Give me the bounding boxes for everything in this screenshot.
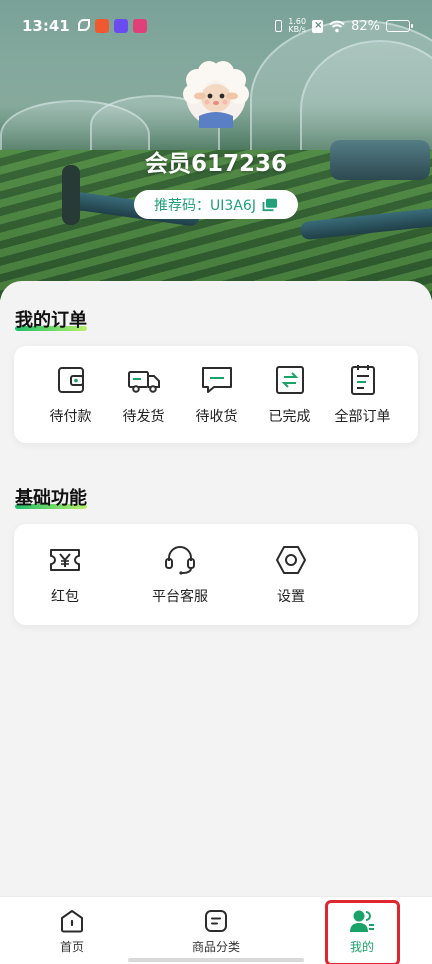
wallet-icon xyxy=(57,367,84,393)
order-completed[interactable]: 已完成 xyxy=(253,363,326,426)
order-all[interactable]: 全部订单 xyxy=(326,363,399,426)
copy-icon[interactable] xyxy=(262,198,278,212)
home-indicator[interactable] xyxy=(128,958,304,962)
nav-home[interactable]: 首页 xyxy=(36,897,108,964)
referral-code-label: 推荐码：UI3A6J xyxy=(154,197,256,214)
customer-service-button[interactable]: 平台客服 xyxy=(128,543,232,606)
order-pending-receipt[interactable]: 待收货 xyxy=(180,363,253,426)
order-pending-payment-label: 待付款 xyxy=(49,409,92,425)
video-app-icon xyxy=(113,19,128,33)
orders-card: 待付款 待发货 待收货 已完成 全部订单 xyxy=(14,346,418,443)
nav-category[interactable]: 商品分类 xyxy=(178,897,254,964)
battery-icon xyxy=(386,20,413,32)
headset-icon xyxy=(165,546,195,575)
red-packet-label: 红包 xyxy=(51,589,79,605)
battery-percent: 82% xyxy=(351,18,380,34)
exchange-icon xyxy=(275,366,304,394)
home-icon xyxy=(61,909,83,932)
settings-button[interactable]: 设置 xyxy=(254,543,328,606)
speed-unit: KB/s xyxy=(288,25,306,34)
member-name: 会员617236 xyxy=(144,151,288,177)
hex-settings-icon xyxy=(276,546,306,574)
basic-section-title: 基础功能 xyxy=(15,488,87,509)
status-bar: 13:41 1.60 KB/s × 82% xyxy=(0,0,432,52)
network-speed: 1.60 KB/s xyxy=(288,18,306,34)
nav-home-label: 首页 xyxy=(59,939,84,954)
truck-icon xyxy=(127,371,160,393)
referral-code-pill[interactable]: 推荐码：UI3A6J xyxy=(134,190,298,219)
orders-section-title: 我的订单 xyxy=(15,310,87,331)
vibrate-icon xyxy=(275,20,283,32)
settings-label: 设置 xyxy=(277,589,305,605)
order-completed-label: 已完成 xyxy=(268,409,311,425)
order-pending-receipt-label: 待收货 xyxy=(195,409,238,425)
order-pending-payment[interactable]: 待付款 xyxy=(34,363,107,426)
nav-category-label: 商品分类 xyxy=(191,939,240,954)
order-pending-shipment[interactable]: 待发货 xyxy=(107,363,180,426)
order-pending-shipment-label: 待发货 xyxy=(122,409,165,425)
sim-off-icon: × xyxy=(312,19,324,33)
customer-service-label: 平台客服 xyxy=(152,589,208,605)
message-box-icon xyxy=(201,367,232,393)
coupon-yen-icon xyxy=(50,549,80,571)
red-packet-button[interactable]: 红包 xyxy=(28,543,102,606)
avatar[interactable] xyxy=(181,58,251,128)
order-all-label: 全部订单 xyxy=(334,409,391,425)
category-icon xyxy=(205,909,227,932)
wifi-icon xyxy=(329,20,345,32)
selection-highlight xyxy=(325,900,400,964)
basic-card: 红包 平台客服 设置 xyxy=(14,524,418,625)
shop-app-icon xyxy=(94,19,109,33)
mail-app-icon xyxy=(132,19,147,33)
leaf-app-icon xyxy=(77,19,90,31)
status-time: 13:41 xyxy=(22,17,70,35)
clipboard-icon xyxy=(350,365,375,395)
notification-icons xyxy=(77,19,147,33)
